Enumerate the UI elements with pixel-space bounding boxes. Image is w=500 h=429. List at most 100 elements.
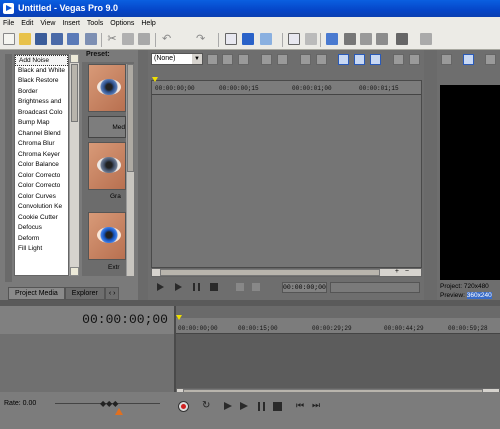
fx-item[interactable]: Channel Blend (15, 129, 68, 140)
fx-item[interactable]: Add Noise (15, 55, 68, 66)
fx-item[interactable]: Border (15, 87, 68, 98)
chevron-down-icon[interactable]: ▼ (192, 54, 202, 64)
trim-tool-icon[interactable] (316, 54, 327, 65)
preset-name[interactable]: Med (88, 116, 126, 138)
go-to-start-icon[interactable]: ⏮ (296, 400, 304, 411)
view-mode-icon[interactable] (354, 54, 365, 65)
close-icon[interactable] (238, 54, 249, 65)
go-to-end-icon[interactable]: ⏭ (312, 400, 320, 411)
properties-icon[interactable] (85, 33, 97, 45)
menu-insert[interactable]: Insert (62, 17, 80, 30)
trim-tool-icon[interactable] (222, 54, 233, 65)
preset-thumbnail[interactable] (88, 142, 126, 190)
tab-explorer[interactable]: Explorer (64, 287, 105, 300)
normal-edit-icon[interactable] (326, 33, 338, 45)
save-icon[interactable] (35, 33, 47, 45)
menu-edit[interactable]: Edit (21, 17, 33, 30)
preview-dock-handle[interactable] (430, 50, 437, 300)
preset-thumbnail[interactable] (88, 212, 126, 260)
scroll-up-arrow[interactable] (70, 54, 79, 63)
menu-file[interactable]: File (3, 17, 14, 30)
fx-item[interactable]: Broadcast Colo (15, 108, 68, 119)
trim-tool-icon[interactable] (207, 54, 218, 65)
trim-add-icon[interactable] (236, 283, 244, 291)
tab-project-media[interactable]: Project Media (8, 287, 65, 300)
fx-item[interactable]: Color Balance (15, 160, 68, 171)
stop-icon[interactable] (273, 402, 282, 411)
envelope-tool-icon[interactable] (305, 33, 317, 45)
scroll-down-arrow[interactable] (70, 267, 79, 276)
menu-help[interactable]: Help (141, 17, 155, 30)
fx-item[interactable]: Convolution Ke (15, 202, 68, 213)
trimmer-dock-handle[interactable] (141, 50, 148, 300)
trimmer-hscrollbar[interactable]: + − (151, 268, 422, 277)
timeline-area[interactable]: 00:00:00;00 00:00:15;00 00:00:29;29 00:0… (176, 318, 500, 388)
fx-item[interactable]: Color Correcto (15, 181, 68, 192)
split-screen-icon[interactable] (485, 54, 496, 65)
rate-slider-handle-icon[interactable]: ◆◆◆ (100, 399, 118, 408)
play-icon[interactable] (240, 402, 248, 410)
render-icon[interactable] (67, 33, 79, 45)
fx-item[interactable]: Deform (15, 234, 68, 245)
undo-icon[interactable]: ↶ (162, 33, 174, 45)
selection-tool-icon[interactable] (344, 33, 356, 45)
play-from-start-icon[interactable] (157, 283, 164, 291)
auto-ripple-icon[interactable] (242, 33, 254, 45)
pause-icon[interactable] (193, 283, 200, 291)
help-pointer-icon[interactable] (420, 33, 432, 45)
scroll-thumb[interactable] (127, 64, 134, 172)
fx-item[interactable]: Color Correcto (15, 171, 68, 182)
trim-tool-icon[interactable] (277, 54, 288, 65)
menu-tools[interactable]: Tools (87, 17, 103, 30)
play-icon[interactable] (175, 283, 182, 291)
trim-tool-icon[interactable] (261, 54, 272, 65)
fx-item[interactable]: Color Curves (15, 192, 68, 203)
preset-name[interactable]: Extr (108, 264, 120, 271)
save-as-icon[interactable] (51, 33, 63, 45)
snap-icon[interactable] (225, 33, 237, 45)
scroll-thumb[interactable] (160, 269, 380, 276)
new-icon[interactable] (3, 33, 15, 45)
fx-item[interactable]: Black Restore (15, 76, 68, 87)
play-from-start-icon[interactable] (224, 402, 232, 410)
copy-icon[interactable] (122, 33, 134, 45)
panel-dock-handle[interactable] (5, 54, 12, 282)
trim-tool-icon[interactable] (300, 54, 311, 65)
trimmer-timeline[interactable]: 00:00:00;00 00:00:00;15 00:00:01;00 00:0… (151, 80, 422, 268)
cursor-marker-icon[interactable] (152, 77, 158, 82)
zoom-tool-icon[interactable] (360, 33, 372, 45)
fx-list-scrollbar[interactable] (69, 54, 79, 276)
view-mode-icon[interactable] (370, 54, 381, 65)
fx-item[interactable]: Cookie Cutter (15, 213, 68, 224)
fx-item[interactable]: Brightness and (15, 97, 68, 108)
fx-item[interactable]: Fill Light (15, 244, 68, 255)
scroll-thumb[interactable] (71, 64, 78, 122)
menu-view[interactable]: View (40, 17, 55, 30)
redo-icon[interactable]: ↷ (196, 33, 208, 45)
open-folder-icon[interactable] (19, 33, 31, 45)
view-mode-icon[interactable] (338, 54, 349, 65)
zoom-out-icon[interactable]: − (405, 268, 409, 275)
lock-envelopes-icon[interactable] (260, 33, 272, 45)
media-fx-icon[interactable] (396, 33, 408, 45)
external-monitor-icon[interactable] (463, 54, 474, 65)
fx-item[interactable]: Black and White (15, 66, 68, 77)
vegas-app-icon[interactable] (3, 3, 14, 14)
edit-tool-icon[interactable] (288, 33, 300, 45)
tab-overflow-arrows[interactable]: ‹ › (104, 287, 120, 300)
record-button[interactable] (178, 401, 189, 412)
trim-tool-icon[interactable] (393, 54, 404, 65)
zoom-in-icon[interactable]: + (395, 268, 399, 275)
trim-tool-icon[interactable] (409, 54, 420, 65)
preset-thumbnail[interactable] (88, 64, 126, 112)
fx-item[interactable]: Chroma Blur (15, 139, 68, 150)
cut-icon[interactable]: ✂ (106, 33, 118, 45)
preset-scrollbar[interactable] (126, 64, 134, 276)
menu-options[interactable]: Options (110, 17, 134, 30)
fx-item[interactable]: Bump Map (15, 118, 68, 129)
fx-list[interactable]: Add Noise Black and White Black Restore … (14, 54, 69, 276)
loop-icon[interactable]: ↻ (202, 400, 210, 411)
pause-icon[interactable] (258, 402, 265, 411)
trimmer-dropdown[interactable]: (None) ▼ (151, 53, 203, 65)
trim-add-icon[interactable] (252, 283, 260, 291)
